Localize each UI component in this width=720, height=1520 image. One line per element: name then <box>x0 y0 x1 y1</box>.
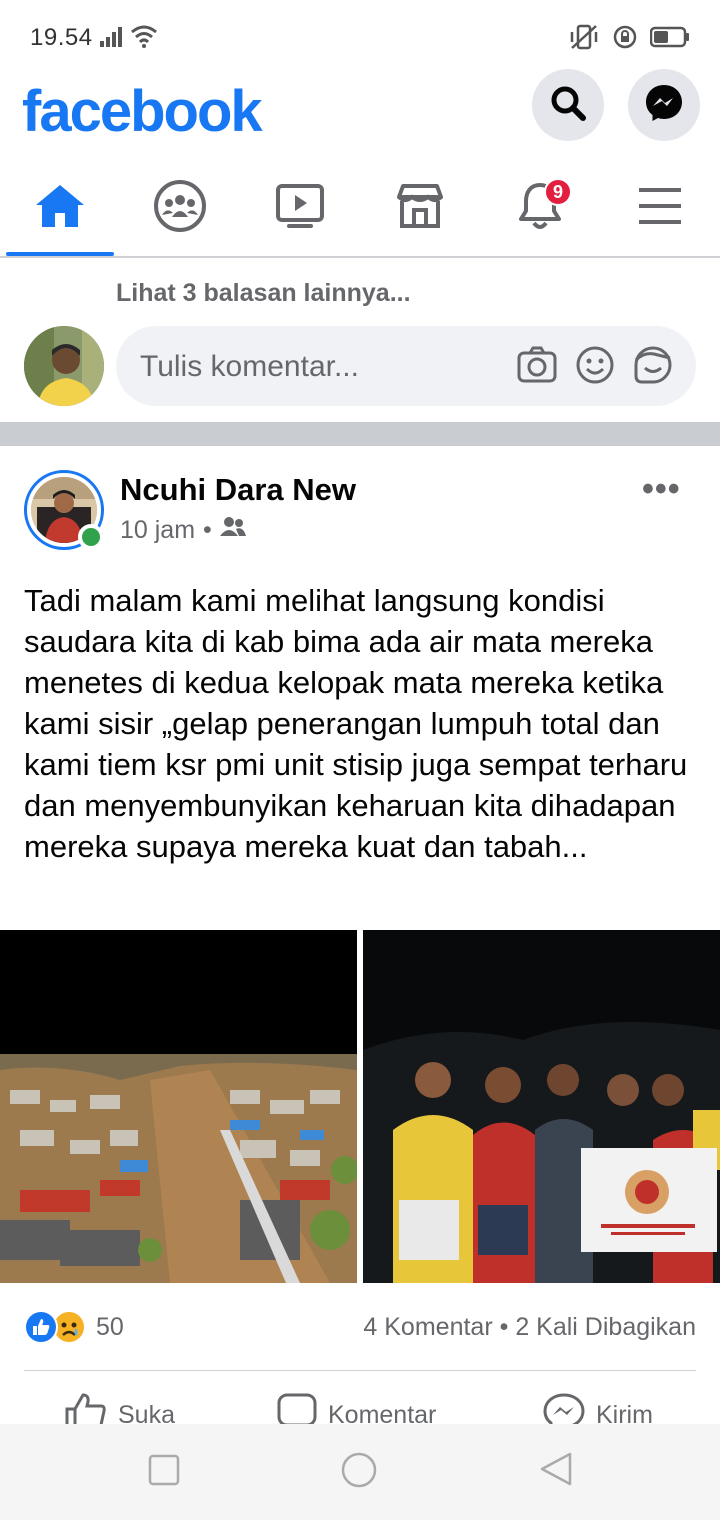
friends-audience-icon <box>219 516 246 545</box>
emoji-icon[interactable] <box>574 344 616 391</box>
shares-count[interactable]: 2 Kali Dibagikan <box>515 1313 696 1341</box>
messenger-icon <box>643 82 685 129</box>
battery-icon <box>649 26 690 53</box>
post-time[interactable]: 10 jam <box>120 516 195 545</box>
comment-input[interactable]: Tulis komentar... <box>116 326 696 406</box>
back-icon[interactable] <box>540 1452 572 1491</box>
watch-icon <box>275 183 325 234</box>
signal-icon <box>100 27 124 52</box>
online-status-indicator <box>78 524 104 550</box>
tab-menu[interactable] <box>600 160 720 256</box>
post-options-button[interactable]: ••• <box>642 470 681 509</box>
rotation-lock-icon <box>612 24 638 55</box>
tab-groups[interactable] <box>120 160 240 256</box>
app-header: facebook <box>0 69 720 156</box>
home-icon <box>34 183 86 234</box>
status-bar: 19.54 <box>0 0 720 76</box>
marketplace-icon <box>395 183 445 234</box>
comment-placeholder: Tulis komentar... <box>140 350 359 383</box>
more-replies-link[interactable]: Lihat 3 balasan lainnya... <box>116 279 411 308</box>
feed-separator <box>0 422 720 446</box>
menu-icon <box>637 186 683 231</box>
post-photo-volunteers[interactable] <box>363 930 720 1283</box>
main-nav: 9 <box>0 160 720 258</box>
groups-icon <box>153 179 207 238</box>
reaction-count: 50 <box>96 1312 124 1341</box>
sticker-icon[interactable] <box>632 344 674 391</box>
avatar[interactable] <box>24 326 104 406</box>
search-icon <box>548 83 588 128</box>
meta-separator: • <box>203 516 212 544</box>
actions-divider <box>24 1370 696 1371</box>
wifi-icon <box>130 24 158 53</box>
post-photo-flood-aerial[interactable] <box>0 930 357 1283</box>
like-reaction-icon <box>24 1310 58 1344</box>
tab-marketplace[interactable] <box>360 160 480 256</box>
reactions-summary[interactable]: 50 <box>24 1310 124 1344</box>
post-stats: 4 Komentar • 2 Kali Dibagikan <box>363 1313 696 1342</box>
vibrate-icon <box>568 24 600 55</box>
camera-icon[interactable] <box>516 344 558 391</box>
post-text: Tadi malam kami melihat langsung kondisi… <box>24 583 688 864</box>
post-author-name[interactable]: Ncuhi Dara New <box>120 472 356 508</box>
status-time: 19.54 <box>30 24 93 51</box>
system-nav-bar <box>0 1424 720 1520</box>
comments-count[interactable]: 4 Komentar <box>363 1313 492 1341</box>
post-meta: 10 jam • <box>120 516 246 545</box>
tab-watch[interactable] <box>240 160 360 256</box>
search-button[interactable] <box>532 69 604 141</box>
tab-home[interactable] <box>0 160 120 256</box>
recent-apps-icon[interactable] <box>148 1454 180 1491</box>
notification-badge: 9 <box>544 178 572 206</box>
home-circle-icon[interactable] <box>340 1452 378 1494</box>
messenger-button[interactable] <box>628 69 700 141</box>
facebook-logo[interactable]: facebook <box>22 78 263 145</box>
stats-separator: • <box>499 1313 509 1341</box>
tab-notifications[interactable]: 9 <box>480 160 600 256</box>
